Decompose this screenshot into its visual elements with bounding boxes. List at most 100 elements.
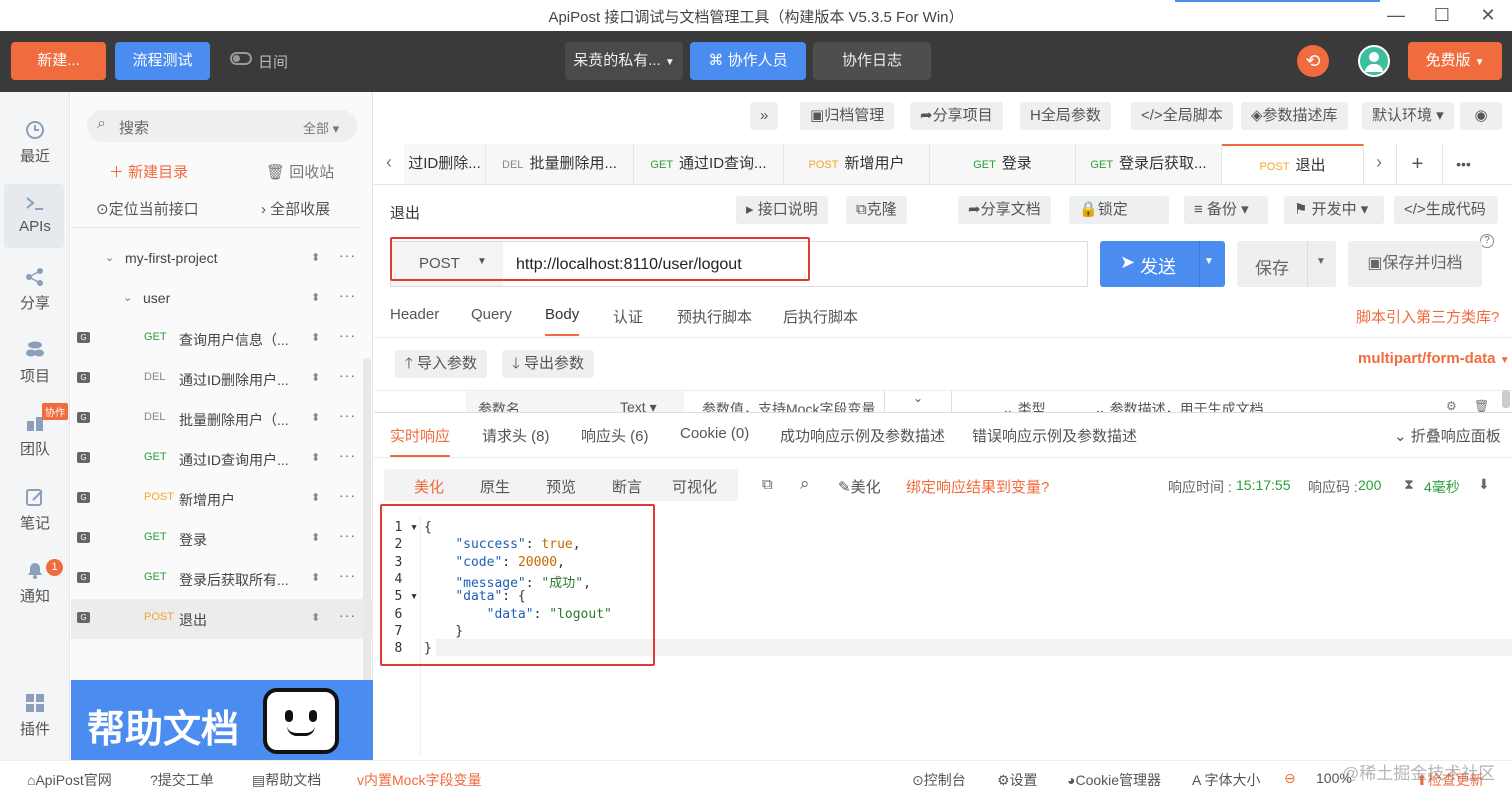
- ticket-link[interactable]: ?提交工单: [150, 770, 214, 790]
- global-params-button[interactable]: H全局参数: [1020, 102, 1111, 130]
- settings-button[interactable]: ⚙设置: [997, 770, 1038, 790]
- tree-api-item[interactable]: G POST 新增用户 ⬍ ···: [71, 479, 373, 519]
- download-icon[interactable]: ⬇: [1478, 476, 1490, 493]
- avatar[interactable]: [1358, 45, 1390, 77]
- more-icon[interactable]: ···: [339, 327, 356, 343]
- request-tab[interactable]: DEL 批量删除用...: [486, 144, 634, 184]
- fold-panel-button[interactable]: ⌄ 折叠响应面板: [1394, 425, 1501, 446]
- lock-button[interactable]: 🔒锁定: [1069, 196, 1169, 224]
- rail-item-notes[interactable]: 笔记: [0, 486, 70, 533]
- plan-button[interactable]: 免费版 ▼: [1408, 42, 1502, 80]
- response-tab-1[interactable]: 请求头 (8): [482, 425, 550, 457]
- rail-item-projects[interactable]: 项目: [0, 339, 70, 386]
- more-icon[interactable]: ···: [339, 447, 356, 463]
- tree-api-item[interactable]: G GET 查询用户信息（... ⬍ ···: [71, 319, 373, 359]
- content-type-select[interactable]: multipart/form-data ▼: [1358, 350, 1510, 367]
- sync-icon[interactable]: ⟲: [1297, 45, 1329, 77]
- view-mode-2[interactable]: 预览: [546, 476, 576, 497]
- view-mode-1[interactable]: 原生: [480, 476, 510, 497]
- tree-api-item[interactable]: G POST 退出 ⬍ ···: [71, 599, 373, 639]
- collapse-all-button[interactable]: › 全部收展: [261, 198, 330, 219]
- zoom-out-icon[interactable]: ⊖: [1284, 770, 1296, 787]
- tree-api-item[interactable]: G DEL 批量删除用户（... ⬍ ···: [71, 399, 373, 439]
- more-icon[interactable]: ···: [339, 247, 356, 263]
- search-box[interactable]: ⌕ 搜索 全部 ▾: [87, 110, 357, 142]
- settings-icon[interactable]: ⚙: [1446, 399, 1457, 412]
- save-button[interactable]: 保存 ▼: [1237, 241, 1336, 287]
- request-tab[interactable]: GET 登录: [930, 144, 1076, 184]
- import-params-button[interactable]: 🡑 导入参数: [395, 350, 487, 378]
- collab-log-button[interactable]: 协作日志: [813, 42, 931, 80]
- tabs-scroll-left[interactable]: ‹: [374, 144, 404, 184]
- rail-item-plugins[interactable]: 插件: [0, 692, 70, 739]
- scrollbar[interactable]: [1502, 390, 1510, 408]
- export-params-button[interactable]: 🡓 导出参数: [502, 350, 594, 378]
- close-icon[interactable]: ✕: [1476, 3, 1500, 27]
- project-select[interactable]: 呆贲的私有... ▼: [565, 42, 683, 80]
- chevron-down-icon[interactable]: ⌄: [884, 391, 952, 412]
- more-icon[interactable]: ···: [339, 567, 356, 583]
- more-icon[interactable]: ···: [339, 607, 356, 623]
- site-link[interactable]: ⌂ApiPost官网: [27, 770, 112, 790]
- beautify-button[interactable]: ✎美化: [838, 476, 881, 497]
- collab-members-button[interactable]: ⌘ 协作人员: [690, 42, 806, 80]
- response-tab-2[interactable]: 响应头 (6): [581, 425, 649, 457]
- share-doc-button[interactable]: ➦分享文档: [958, 196, 1051, 224]
- eye-icon[interactable]: ◉: [1460, 102, 1502, 130]
- more-icon[interactable]: ···: [339, 487, 356, 503]
- tree-api-item[interactable]: G DEL 通过ID删除用户... ⬍ ···: [71, 359, 373, 399]
- col-type[interactable]: Text ▾: [620, 399, 657, 412]
- mock-link[interactable]: v内置Mock字段变量: [357, 770, 481, 790]
- request-tab-1[interactable]: Query: [471, 306, 512, 336]
- global-script-button[interactable]: </>全局脚本: [1131, 102, 1233, 130]
- help-docs-banner[interactable]: 帮助文档: [71, 680, 373, 760]
- more-icon[interactable]: ···: [339, 527, 356, 543]
- response-tab-5[interactable]: 错误响应示例及参数描述: [972, 425, 1137, 457]
- console-button[interactable]: ⊙控制台: [912, 770, 966, 790]
- tree-api-item[interactable]: G GET 登录后获取所有... ⬍ ···: [71, 559, 373, 599]
- response-tab-0[interactable]: 实时响应: [390, 425, 451, 457]
- trash-icon[interactable]: 🗑: [1474, 399, 1489, 412]
- bind-var-link[interactable]: 绑定响应结果到变量?: [906, 476, 1049, 497]
- request-tab-0[interactable]: Header: [390, 306, 439, 336]
- view-mode-0[interactable]: 美化: [414, 476, 444, 497]
- flow-test-button[interactable]: 流程测试: [115, 42, 210, 80]
- add-tab-icon[interactable]: +: [1396, 144, 1438, 184]
- third-party-lib-link[interactable]: 脚本引入第三方类库?: [1356, 306, 1499, 327]
- request-tab-3[interactable]: 认证: [613, 306, 643, 336]
- save-archive-button[interactable]: ▣保存并归档: [1348, 241, 1482, 287]
- tree-project[interactable]: ⌄ my-first-project ⬍ ···: [71, 239, 373, 279]
- request-tab-4[interactable]: 预执行脚本: [677, 306, 752, 336]
- tree-api-item[interactable]: G GET 登录 ⬍ ···: [71, 519, 373, 559]
- copy-icon[interactable]: ⧉: [762, 476, 773, 493]
- maximize-icon[interactable]: ☐: [1430, 3, 1454, 27]
- status-select[interactable]: ⚑ 开发中 ▾: [1284, 196, 1384, 224]
- request-tab[interactable]: POST 退出: [1222, 144, 1364, 185]
- new-button[interactable]: 新建...: [11, 42, 106, 80]
- view-mode-4[interactable]: 可视化: [672, 476, 717, 497]
- param-lib-button[interactable]: ◈参数描述库: [1241, 102, 1348, 130]
- request-tab[interactable]: GET 通过ID查询...: [634, 144, 784, 184]
- search-input[interactable]: 搜索: [119, 117, 149, 138]
- backup-button[interactable]: ≡ 备份 ▾: [1184, 196, 1268, 224]
- font-size-button[interactable]: A 字体大小: [1192, 770, 1260, 790]
- request-tab[interactable]: GET 登录后获取...: [1076, 144, 1222, 184]
- request-tab[interactable]: 过ID删除...: [404, 144, 486, 184]
- tree-folder[interactable]: ⌄ user ⬍ ···: [71, 279, 373, 319]
- env-select[interactable]: 默认环境 ▾: [1362, 102, 1454, 130]
- request-tab[interactable]: POST 新增用户: [784, 144, 930, 184]
- new-folder-button[interactable]: ＋ 新建目录: [109, 161, 188, 182]
- clone-button[interactable]: ⧉克隆: [846, 196, 907, 224]
- minimize-icon[interactable]: —: [1384, 3, 1408, 27]
- response-tab-4[interactable]: 成功响应示例及参数描述: [780, 425, 945, 457]
- more-icon[interactable]: ···: [339, 287, 356, 303]
- gen-code-button[interactable]: </>生成代码: [1394, 196, 1498, 224]
- help-icon[interactable]: ?: [1480, 234, 1494, 248]
- search-icon[interactable]: ⌕: [800, 474, 810, 494]
- chevron-down-icon[interactable]: ▼: [1204, 256, 1214, 267]
- recycle-bin-button[interactable]: 🗑 回收站: [266, 161, 334, 182]
- chevron-down-icon[interactable]: ▼: [1316, 256, 1326, 267]
- more-icon[interactable]: ···: [339, 367, 356, 383]
- search-scope[interactable]: 全部 ▾: [303, 118, 339, 137]
- more-tabs-icon[interactable]: •••: [1442, 144, 1484, 184]
